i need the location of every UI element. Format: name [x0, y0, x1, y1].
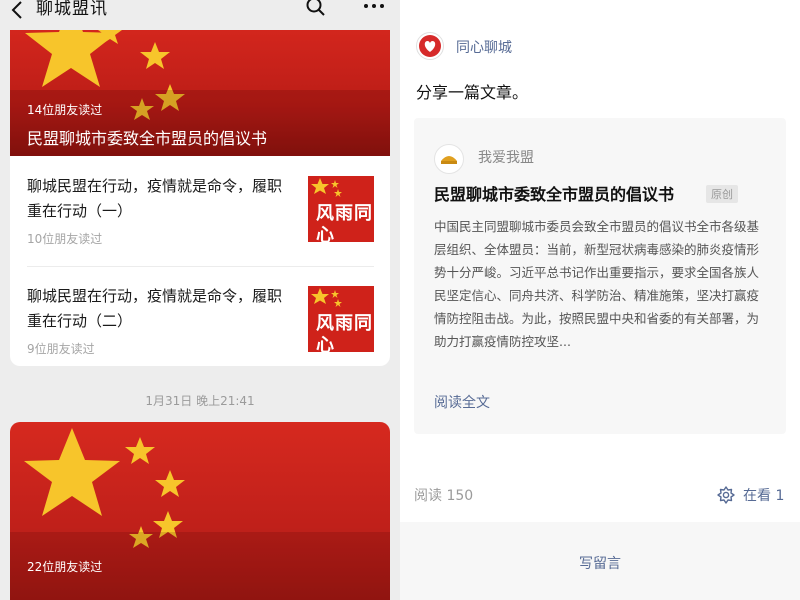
- message-timestamp: 1月31日 晚上21:41: [145, 394, 255, 408]
- source-logo-icon: [437, 147, 461, 171]
- left-panel: 聊城盟讯 14位朋友读过 民盟聊城市委致全市盟员的倡议书 聊城民盟在行动，疫情就…: [0, 0, 400, 600]
- original-badge: 原创: [706, 185, 738, 203]
- avatar: [434, 144, 464, 174]
- thumbnail-text: 风雨同心: [316, 203, 373, 242]
- shared-article-card[interactable]: 我爱我盟 民盟聊城市委致全市盟员的倡议书 原创 中国民主同盟聊城市委员会致全市盟…: [414, 118, 786, 434]
- list-item[interactable]: 聊城民盟在行动，疫情就是命令，履职重在行动（一） 10位朋友读过 风雨同心: [10, 156, 390, 264]
- screen: 聊城盟讯 14位朋友读过 民盟聊城市委致全市盟员的倡议书 聊城民盟在行动，疫情就…: [0, 0, 800, 600]
- share-message: 分享一篇文章。: [416, 83, 529, 102]
- article-summary: 中国民主同盟聊城市委员会致全市盟员的倡议书全市各级基层组织、全体盟员：当前，新型…: [434, 219, 760, 349]
- featured-readers: 22位朋友读过: [27, 560, 103, 574]
- list-item-thumbnail: 风雨同心: [308, 176, 374, 242]
- account-logo-icon: [419, 35, 441, 57]
- read-full-link[interactable]: 阅读全文: [434, 392, 490, 412]
- list-item-readers: 10位朋友读过: [27, 232, 103, 246]
- article-group-card: 14位朋友读过 民盟聊城市委致全市盟员的倡议书 聊城民盟在行动，疫情就是命令，履…: [10, 30, 390, 366]
- zaikan-icon: [717, 486, 735, 504]
- account-name[interactable]: 同心聊城: [456, 37, 512, 57]
- thumbnail-text: 风雨同心: [316, 313, 373, 352]
- list-item-readers: 9位朋友读过: [27, 342, 95, 356]
- list-item[interactable]: 聊城民盟在行动，疫情就是命令，履职重在行动（二） 9位朋友读过 风雨同心: [10, 266, 390, 366]
- zaikan-label: 在看 1: [743, 488, 785, 504]
- featured-title: 民盟聊城市委致全市盟员的倡议书: [27, 129, 268, 148]
- more-icon[interactable]: [362, 0, 386, 14]
- avatar[interactable]: [416, 32, 444, 60]
- featured-article[interactable]: 14位朋友读过 民盟聊城市委致全市盟员的倡议书: [10, 30, 390, 156]
- back-icon[interactable]: [8, 0, 28, 22]
- list-item-title: 聊城民盟在行动，疫情就是命令，履职重在行动（一）: [27, 177, 283, 220]
- write-comment-button[interactable]: 写留言: [400, 553, 800, 573]
- top-bar: 聊城盟讯: [0, 0, 400, 30]
- zaikan-button[interactable]: 在看 1: [716, 484, 792, 506]
- read-count: 阅读 150: [414, 488, 474, 504]
- page-title: 聊城盟讯: [36, 0, 108, 19]
- right-panel: 同心聊城 分享一篇文章。 我爱我盟 民盟聊城市委致全市盟员的倡议书 原创 中国民…: [400, 0, 800, 600]
- search-icon[interactable]: [305, 0, 327, 18]
- featured-readers: 14位朋友读过: [27, 103, 103, 117]
- source-name: 我爱我盟: [478, 150, 534, 166]
- comment-bar: 写留言: [400, 522, 800, 600]
- list-item-title: 聊城民盟在行动，疫情就是命令，履职重在行动（二）: [27, 287, 283, 330]
- featured-article[interactable]: 22位朋友读过: [10, 422, 390, 600]
- article-title: 民盟聊城市委致全市盟员的倡议书: [434, 185, 675, 204]
- list-item-thumbnail: 风雨同心: [308, 286, 374, 352]
